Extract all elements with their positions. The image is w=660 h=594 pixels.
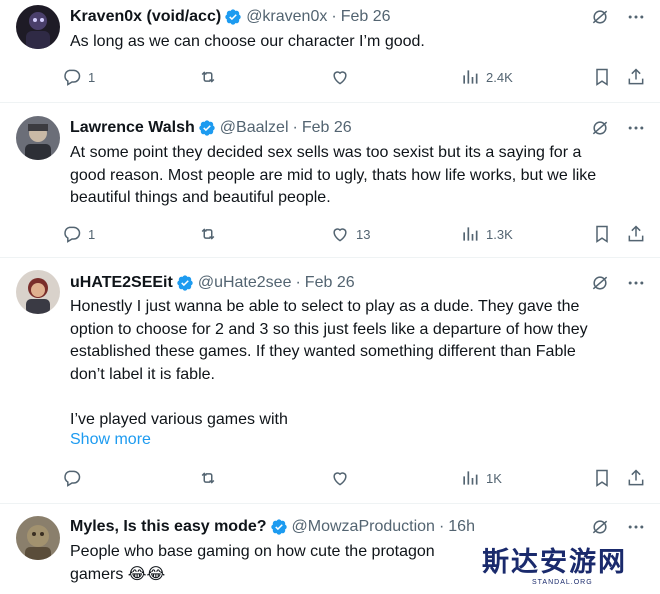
reply-button[interactable] (62, 466, 88, 490)
views-icon (463, 70, 478, 84)
like-icon (333, 71, 347, 85)
tweet-actions: 1 13 1.3K (62, 222, 652, 246)
views-button[interactable]: 1.3K (460, 222, 513, 246)
verified-badge-icon (270, 519, 287, 535)
user-handle[interactable]: @Baalzel (220, 119, 289, 137)
bookmark-icon (596, 225, 608, 243)
share-icon (628, 68, 644, 85)
views-button[interactable]: 1K (460, 466, 502, 490)
watermark-text: 斯达安游网 (482, 547, 627, 578)
more-icon[interactable] (626, 7, 646, 27)
watermark: 斯达安游网 STANDAL.ORG (482, 540, 652, 592)
tweet-top-icons (590, 517, 646, 537)
tweet-actions: 1K (62, 466, 652, 490)
views-count: 2.4K (486, 69, 513, 85)
tweet-top-icons (590, 7, 646, 27)
reply-icon (64, 470, 81, 487)
tweet-text: At some point they decided sex sells was… (70, 144, 597, 206)
retweet-button[interactable] (198, 222, 224, 246)
bookmark-icon (596, 469, 608, 487)
grok-icon[interactable] (590, 273, 610, 293)
tweet-header: uHATE2SEEit @uHate2see · Feb 26 (70, 273, 355, 293)
reply-button[interactable]: 1 (62, 65, 95, 89)
grok-icon[interactable] (590, 7, 610, 27)
avatar[interactable] (16, 5, 60, 49)
like-button[interactable] (330, 466, 356, 490)
share-button[interactable] (626, 65, 646, 89)
tweet-header: Lawrence Walsh @Baalzel · Feb 26 (70, 118, 352, 138)
like-icon (333, 472, 347, 486)
views-count: 1K (486, 470, 502, 486)
display-name[interactable]: Myles, Is this easy mode? (70, 518, 267, 536)
bookmark-button[interactable] (592, 65, 612, 89)
tweet-header: Kraven0x (void/acc) @kraven0x · Feb 26 (70, 7, 391, 27)
watermark-subtext: STANDAL.ORG (532, 579, 593, 586)
user-handle[interactable]: @kraven0x (246, 8, 327, 26)
verified-badge-icon (177, 275, 193, 291)
retweet-icon (201, 228, 215, 240)
reply-icon (64, 226, 81, 243)
timestamp[interactable]: 16h (448, 518, 475, 536)
share-icon (628, 469, 644, 486)
bookmark-icon (596, 68, 608, 86)
separator: · (438, 518, 445, 535)
tweet-top-icons (590, 118, 646, 138)
reply-count: 1 (88, 226, 96, 242)
verified-badge-icon (225, 9, 241, 25)
more-icon[interactable] (626, 273, 646, 293)
separator: · (295, 274, 301, 291)
show-more-link[interactable]: Show more (70, 431, 151, 449)
separator: · (331, 8, 337, 25)
tweet-text: Honestly I just wanna be able to select … (70, 298, 588, 428)
like-button[interactable] (330, 65, 356, 89)
views-icon (463, 471, 478, 485)
tweet[interactable]: uHATE2SEEit @uHate2see · Feb 26 Honestly… (0, 258, 660, 504)
reply-icon (64, 69, 81, 86)
timestamp[interactable]: Feb 26 (302, 119, 352, 137)
user-handle[interactable]: @MowzaProduction (292, 518, 435, 536)
tweet[interactable]: Lawrence Walsh @Baalzel · Feb 26 At some… (0, 103, 660, 258)
tweet-text: As long as we can choose our character I… (70, 33, 425, 50)
display-name[interactable]: Lawrence Walsh (70, 119, 195, 137)
views-icon (463, 227, 478, 241)
display-name[interactable]: Kraven0x (void/acc) (70, 8, 221, 26)
more-icon[interactable] (626, 517, 646, 537)
tweet[interactable]: Kraven0x (void/acc) @kraven0x · Feb 26 A… (0, 0, 660, 103)
retweet-button[interactable] (198, 466, 224, 490)
reply-button[interactable]: 1 (62, 222, 95, 246)
views-button[interactable]: 2.4K (460, 65, 513, 89)
grok-icon[interactable] (590, 118, 610, 138)
display-name[interactable]: uHATE2SEEit (70, 274, 173, 292)
more-icon[interactable] (626, 118, 646, 138)
reply-count: 1 (88, 69, 96, 85)
like-count: 13 (356, 226, 371, 242)
bookmark-button[interactable] (592, 222, 612, 246)
share-button[interactable] (626, 466, 646, 490)
timestamp[interactable]: Feb 26 (305, 274, 355, 292)
views-count: 1.3K (486, 226, 513, 242)
tweet-top-icons (590, 273, 646, 293)
retweet-button[interactable] (198, 65, 224, 89)
retweet-icon (201, 472, 215, 484)
share-icon (628, 225, 644, 242)
user-handle[interactable]: @uHate2see (198, 274, 292, 292)
timestamp[interactable]: Feb 26 (341, 8, 391, 26)
like-button[interactable]: 13 (330, 222, 370, 246)
tweet-header: Myles, Is this easy mode? @MowzaProducti… (70, 517, 475, 537)
avatar[interactable] (16, 516, 60, 560)
avatar[interactable] (16, 270, 60, 314)
like-icon (333, 228, 347, 242)
grok-icon[interactable] (590, 517, 610, 537)
verified-badge-icon (199, 120, 215, 136)
bookmark-button[interactable] (592, 466, 612, 490)
separator: · (292, 119, 298, 136)
avatar[interactable] (16, 116, 60, 160)
retweet-icon (201, 71, 215, 83)
tweet-actions: 1 2.4K (62, 65, 652, 89)
share-button[interactable] (626, 222, 646, 246)
